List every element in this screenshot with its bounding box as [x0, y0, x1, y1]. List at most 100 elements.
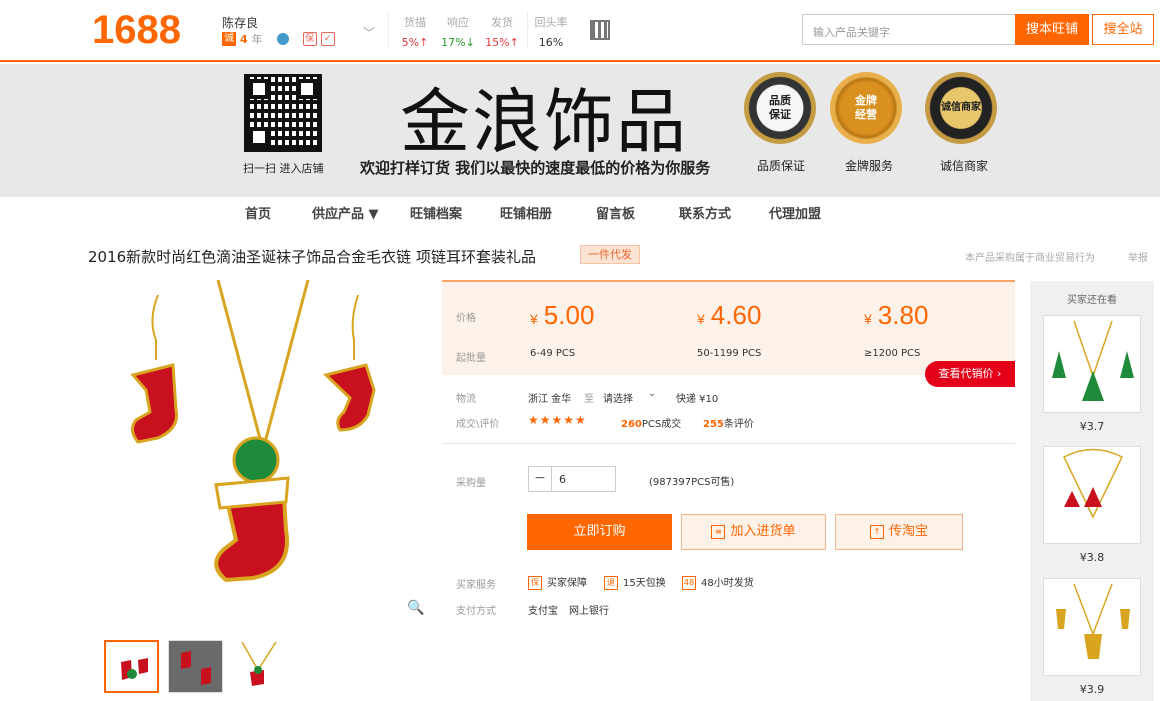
agent-price-button[interactable]: 查看代销价 › — [925, 361, 1015, 387]
cheng-badge-icon[interactable]: 诚 — [222, 32, 236, 46]
thumbnail-image — [121, 658, 148, 680]
thumbnail-2[interactable] — [168, 640, 223, 693]
trade-note: 本产品采购属于商业贸易行为 — [965, 253, 1095, 264]
globe-icon[interactable] — [276, 33, 289, 45]
gold-medal-icon: 金牌 经营 — [830, 72, 902, 144]
zoom-icon[interactable]: 🔍 — [407, 600, 424, 616]
stat-return-rate: 回头率 16% — [533, 14, 569, 49]
shop-name: 金浪饰品 — [400, 81, 688, 163]
sidebar-item-price[interactable]: ¥3.8 — [1030, 551, 1154, 564]
stat-shipping: 发货 15%↑ — [485, 14, 519, 49]
guarantee-icon[interactable]: 保 — [302, 32, 317, 46]
qr-code-icon[interactable] — [590, 20, 610, 40]
add-to-cart-button[interactable]: ≡ 加入进货单 — [681, 514, 826, 550]
sidebar-item-image[interactable] — [1043, 446, 1141, 544]
stat-response: 响应 17%↓ — [441, 14, 475, 49]
medal-caption: 金牌服务 — [845, 159, 894, 173]
qty-decrease-button[interactable]: − — [528, 466, 552, 492]
nav-profile[interactable]: 旺铺档案 — [410, 203, 462, 222]
currency: ¥ — [530, 311, 538, 327]
trust-medal-icon: 诚信商家 — [925, 72, 997, 144]
logistics-to: 至 — [584, 394, 594, 405]
service-text: 15天包换 — [623, 578, 666, 589]
stat-value: 15%↑ — [485, 36, 519, 49]
sidebar-item-image[interactable] — [1043, 578, 1141, 676]
nav-messages[interactable]: 留言板 — [596, 203, 635, 222]
price-tier-3: ¥3.80 — [864, 300, 928, 331]
sidebar-photo — [1063, 448, 1123, 519]
pay-alipay: 支付宝 — [528, 606, 558, 617]
qty-label: 采购量 — [456, 478, 486, 489]
qr-caption: 扫一扫 进入店铺 — [243, 162, 324, 175]
currency: ¥ — [864, 311, 872, 327]
thumbnail-image — [241, 641, 277, 686]
thumbnail-3[interactable] — [232, 640, 287, 693]
stock-info: (987397PCS可售) — [649, 477, 735, 488]
destination-select[interactable]: 请选择 — [603, 390, 633, 405]
medal-caption: 品质保证 — [757, 159, 806, 173]
medal-text: 诚信商家 — [941, 102, 981, 113]
clock-icon: 48 — [682, 576, 696, 590]
range-tier-1: 6-49 PCS — [530, 348, 576, 359]
years-value: 4 — [240, 32, 248, 46]
sold-info[interactable]: 260PCS成交 — [621, 415, 681, 430]
seller-name[interactable]: 陈存良 — [222, 14, 258, 31]
sidebar-item-price[interactable]: ¥3.7 — [1030, 420, 1154, 433]
chevron-down-icon[interactable]: ﹀ — [363, 24, 375, 41]
sidebar-photo — [1052, 320, 1134, 401]
search-shop-button[interactable]: 搜本旺铺 — [1015, 14, 1089, 45]
service-ship48[interactable]: 48 48小时发货 — [682, 574, 754, 590]
pay-bank: 网上银行 — [569, 606, 609, 617]
divider — [388, 12, 389, 48]
shop-qr-code — [244, 74, 322, 152]
product-main-image[interactable] — [88, 280, 428, 620]
nav-home[interactable]: 首页 — [245, 203, 271, 222]
currency: ¥ — [697, 311, 705, 327]
search-all-button[interactable]: 搜全站 — [1092, 14, 1154, 45]
review-info[interactable]: 255条评价 — [703, 415, 754, 430]
taobao-label: 传淘宝 — [888, 524, 928, 539]
service-label: 买家服务 — [456, 580, 496, 591]
review-unit: 条评价 — [723, 419, 754, 430]
service-text: 买家保障 — [547, 578, 587, 589]
clipboard-icon: ≡ — [711, 524, 726, 539]
nav-agent[interactable]: 代理加盟 — [769, 203, 821, 222]
logistics-from: 浙江 金华 — [528, 394, 572, 405]
nav-contact[interactable]: 联系方式 — [679, 203, 731, 222]
search-input[interactable]: 输入产品关键字 — [802, 14, 1016, 45]
buy-now-button[interactable]: 立即订购 — [527, 514, 672, 550]
service-text: 48小时发货 — [701, 578, 754, 589]
range-tier-3: ≥1200 PCS — [864, 348, 921, 359]
sidebar-title: 买家还在看 — [1067, 295, 1117, 306]
sold-count: 260 — [621, 419, 642, 430]
thumbnail-1[interactable] — [104, 640, 159, 693]
logistics-label: 物流 — [456, 394, 476, 405]
stat-label: 货描 — [404, 16, 426, 29]
stat-label: 回头率 — [534, 16, 568, 29]
sidebar-item-price[interactable]: ¥3.9 — [1030, 683, 1154, 696]
service-protect[interactable]: 保买家保障 — [528, 574, 587, 590]
site-logo[interactable]: 1688 — [92, 8, 181, 53]
report-link[interactable]: 举报 — [1128, 249, 1148, 264]
product-title: 2016新款时尚红色滴油圣诞袜子饰品合金毛衣链 项链耳环套装礼品 — [88, 248, 536, 266]
service-exchange[interactable]: 退 15天包换 — [604, 574, 666, 590]
shop-nav: 首页 供应产品 ▼ 旺铺档案 旺铺相册 留言板 联系方式 代理加盟 — [0, 197, 1160, 227]
price-tier-1: ¥5.00 — [530, 300, 594, 331]
sidebar-item-image[interactable] — [1043, 315, 1141, 413]
thumbnail-image — [169, 641, 222, 692]
stat-value: 16% — [538, 36, 564, 49]
review-count: 255 — [703, 419, 724, 430]
dropship-tag[interactable]: 一件代发 — [580, 245, 640, 264]
trade-label: 成交\评价 — [456, 419, 500, 430]
price-box: 价格 起批量 ¥5.00 ¥4.60 ¥3.80 6-49 PCS 50-119… — [442, 280, 1015, 375]
qty-input[interactable]: 6 — [551, 466, 616, 492]
product-photo — [130, 280, 376, 583]
certificate-icon[interactable]: ✓ — [320, 32, 335, 46]
taobao-button[interactable]: ↑ 传淘宝 — [835, 514, 963, 550]
stat-label: 发货 — [491, 16, 513, 29]
nav-products[interactable]: 供应产品 ▼ — [312, 203, 379, 222]
nav-album[interactable]: 旺铺相册 — [500, 203, 552, 222]
price-label: 价格 — [456, 313, 476, 324]
chevron-down-icon[interactable]: ⌄ — [648, 388, 656, 399]
divider — [527, 12, 528, 48]
